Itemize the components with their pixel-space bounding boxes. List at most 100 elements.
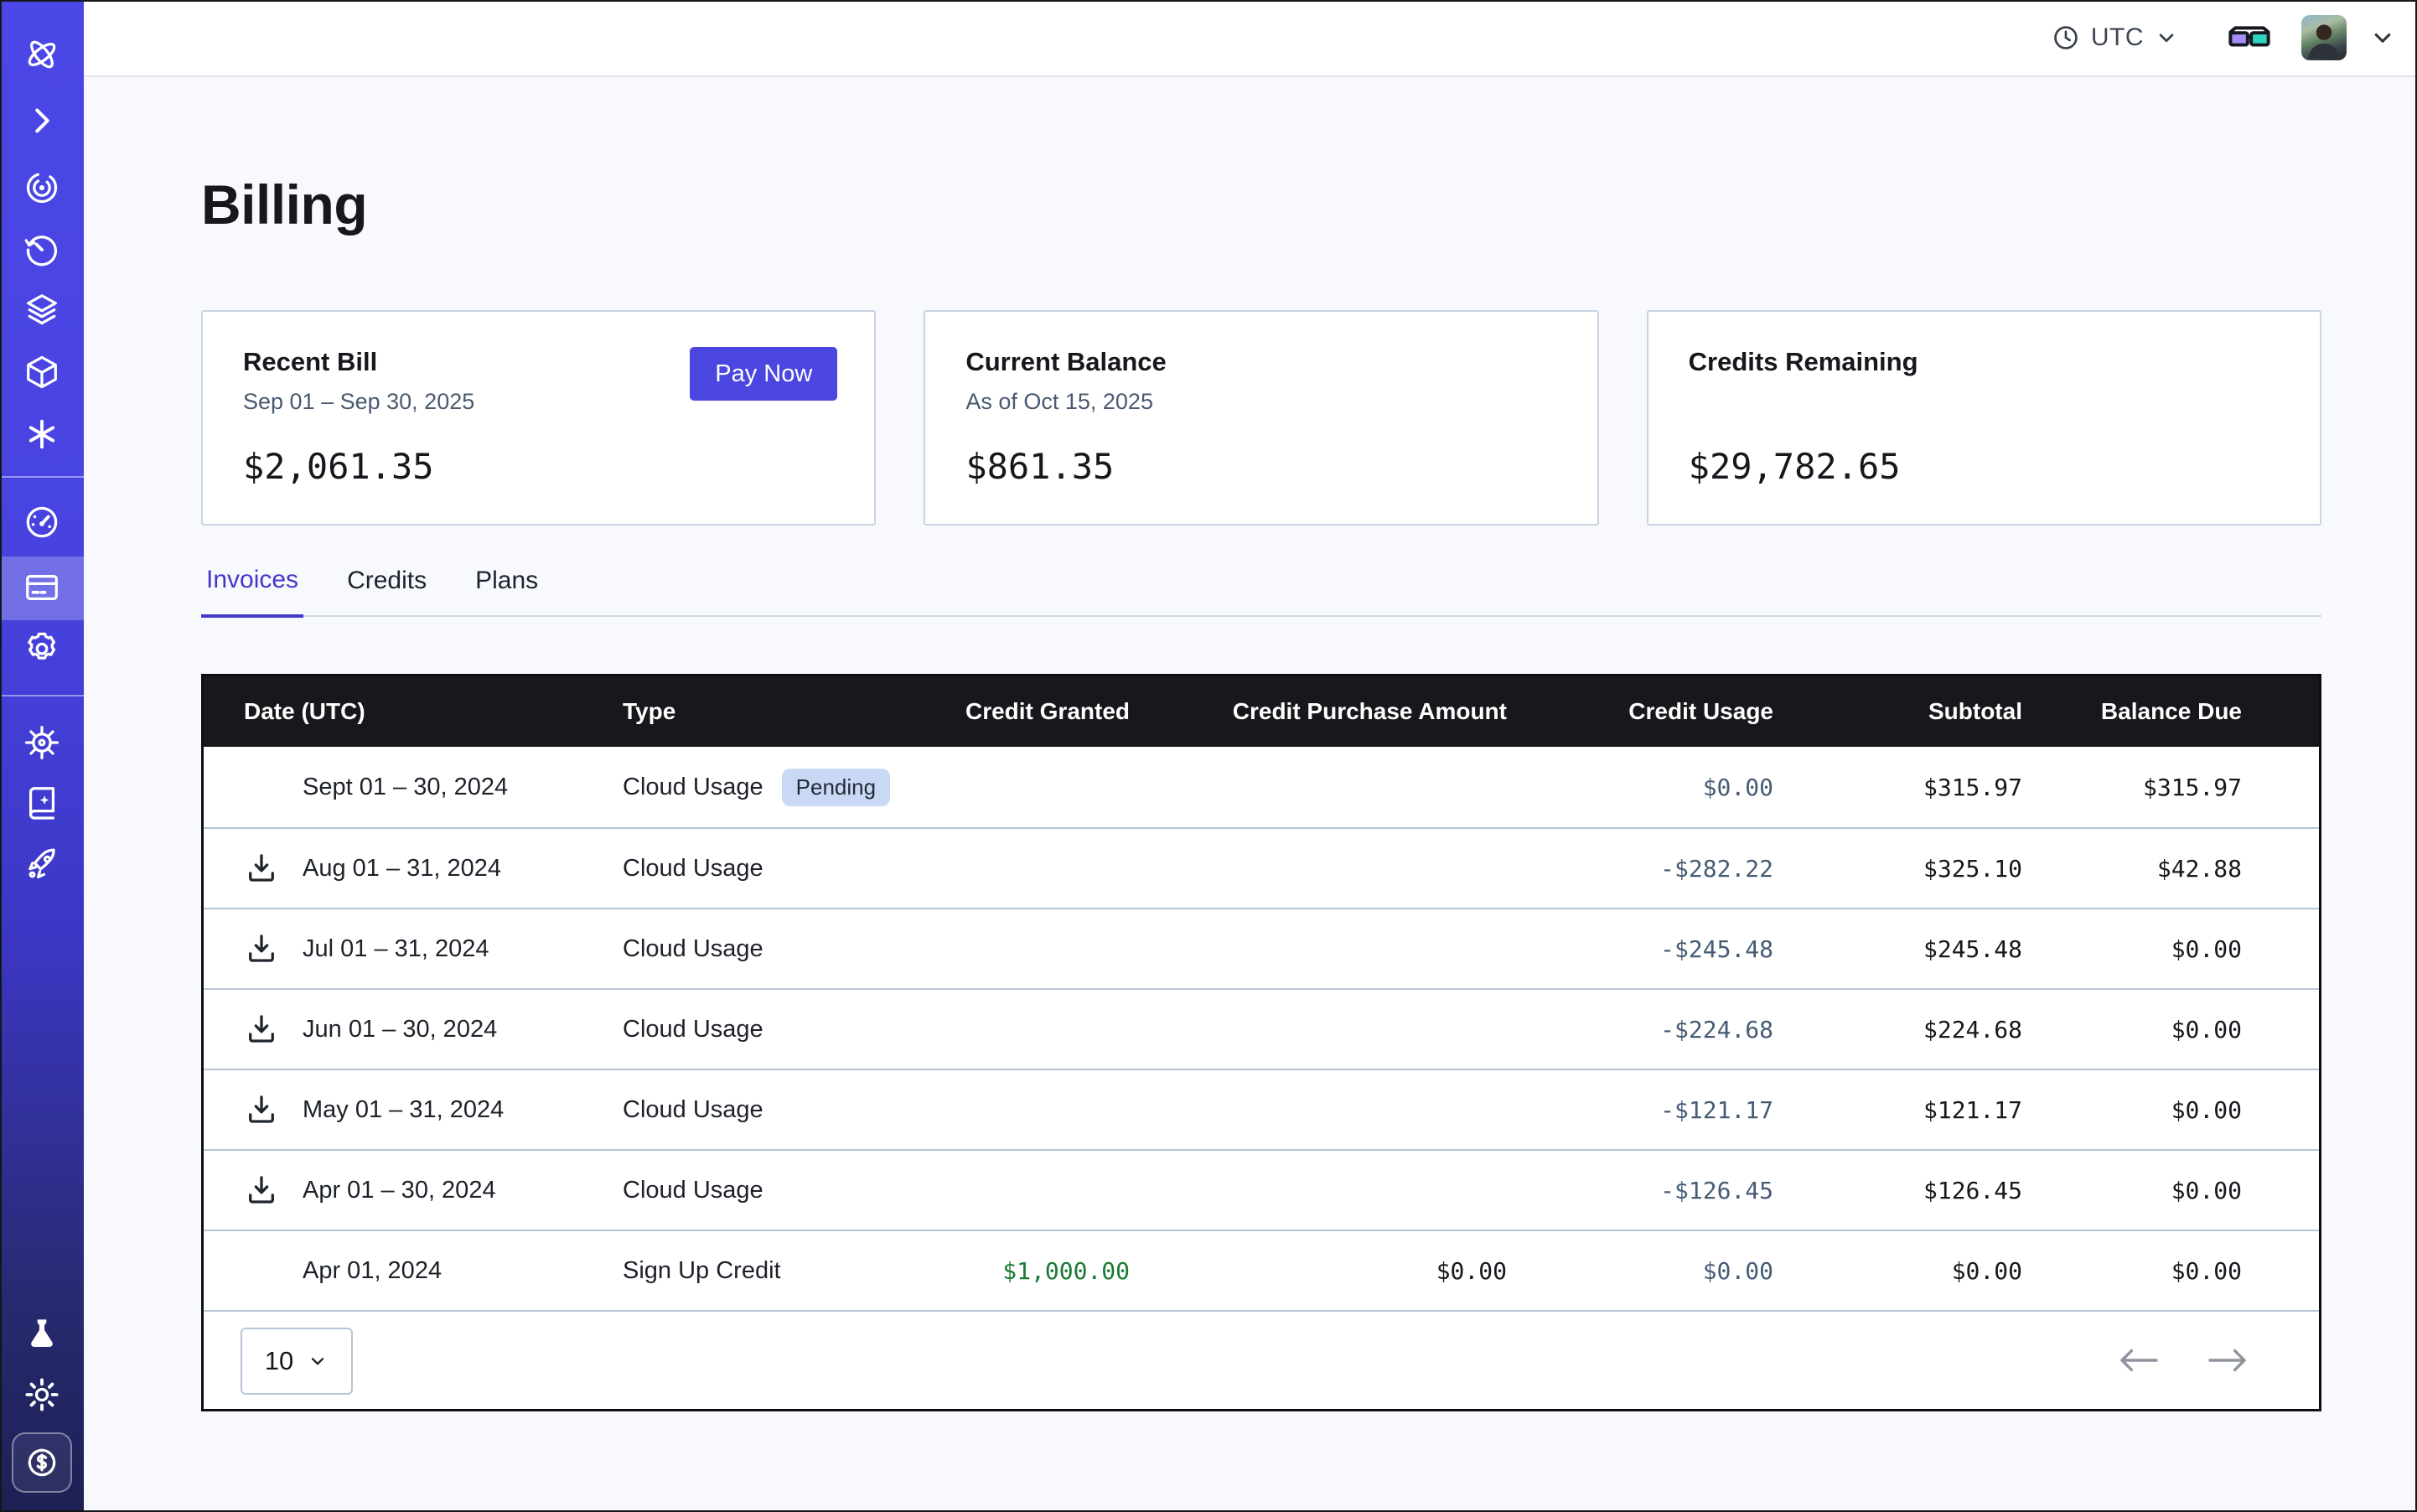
page-title: Billing xyxy=(201,173,367,236)
sidebar-item-docs[interactable] xyxy=(23,784,61,822)
account-menu-chevron[interactable] xyxy=(2368,23,2397,52)
invoice-type: Cloud Usage xyxy=(623,935,763,963)
subtotal-cell: $245.48 xyxy=(1773,935,2022,963)
card-subtitle: As of Oct 15, 2025 xyxy=(965,389,1556,415)
app-logo[interactable] xyxy=(23,35,61,74)
recent-bill-amount: $2,061.35 xyxy=(243,446,434,487)
sidebar-item-services[interactable] xyxy=(23,415,61,453)
tab-plans[interactable]: Plans xyxy=(470,566,543,615)
gauge-icon xyxy=(23,503,61,541)
col-header-credit-granted: Credit Granted xyxy=(958,698,1130,725)
invoice-date: Apr 01, 2024 xyxy=(303,1257,442,1285)
col-header-type: Type xyxy=(623,698,958,725)
invoice-date: Jul 01 – 31, 2024 xyxy=(303,935,489,963)
balance-due-cell: $315.97 xyxy=(2022,774,2242,801)
invoice-type: Cloud Usage xyxy=(623,1177,763,1204)
sidebar-item-resources[interactable] xyxy=(23,353,61,391)
theme-toggle[interactable] xyxy=(23,1375,61,1414)
invoice-row: Jun 01 – 30, 2024 Cloud Usage -$224.68 $… xyxy=(204,988,2319,1069)
history-icon xyxy=(23,230,61,269)
download-invoice-icon[interactable] xyxy=(244,1173,279,1208)
icon-spacer xyxy=(244,769,279,805)
balance-due-cell: $0.00 xyxy=(2022,935,2242,963)
chevron-down-icon xyxy=(307,1350,329,1372)
arrow-right-icon xyxy=(2207,1348,2248,1373)
3d-glasses-icon xyxy=(2228,23,2271,53)
download-invoice-icon[interactable] xyxy=(244,851,279,886)
current-balance-amount: $861.35 xyxy=(965,446,1114,487)
sidebar-item-observe[interactable] xyxy=(23,168,61,207)
chevron-down-icon xyxy=(2368,23,2397,52)
credit-purchase-cell: $0.00 xyxy=(1130,1257,1507,1285)
subtotal-cell: $0.00 xyxy=(1773,1257,2022,1285)
pagination-controls xyxy=(2119,1312,2248,1409)
credit-usage-cell: $0.00 xyxy=(1507,774,1773,801)
orbit-logo-icon xyxy=(27,39,58,70)
sidebar-item-usage[interactable] xyxy=(23,503,61,541)
invoice-row: Aug 01 – 31, 2024 Cloud Usage -$282.22 $… xyxy=(204,827,2319,908)
flask-icon xyxy=(23,1315,61,1354)
invoice-date: Jun 01 – 30, 2024 xyxy=(303,1016,497,1043)
invoice-row: Apr 01 – 30, 2024 Cloud Usage -$126.45 $… xyxy=(204,1149,2319,1230)
sidebar-item-launch[interactable] xyxy=(23,846,61,884)
cube-icon xyxy=(23,353,61,391)
invoice-row: May 01 – 31, 2024 Cloud Usage -$121.17 $… xyxy=(204,1069,2319,1149)
billing-console: UTC Billing Recent Bill Sep 01 – Sep 30,… xyxy=(0,0,2417,1512)
sidebar-divider xyxy=(0,695,84,696)
sidebar-divider xyxy=(0,476,84,478)
topbar: UTC xyxy=(84,0,2417,77)
avatar-photo xyxy=(2301,15,2347,60)
sidebar-item-history[interactable] xyxy=(23,230,61,269)
col-header-date: Date (UTC) xyxy=(204,698,623,725)
next-page-button[interactable] xyxy=(2207,1348,2248,1373)
sidebar-item-layers[interactable] xyxy=(23,291,61,329)
card-title: Current Balance xyxy=(965,347,1556,377)
scan-eye-icon xyxy=(23,168,61,207)
asterisk-icon xyxy=(23,415,61,453)
badge-dollar-icon xyxy=(23,1444,60,1481)
sidebar-item-expand[interactable] xyxy=(23,101,61,140)
credit-usage-cell: -$224.68 xyxy=(1507,1016,1773,1043)
invoice-type: Cloud Usage xyxy=(623,855,763,883)
balance-due-cell: $0.00 xyxy=(2022,1016,2242,1043)
credits-remaining-card: Credits Remaining $29,782.65 xyxy=(1647,310,2321,526)
download-invoice-icon[interactable] xyxy=(244,931,279,966)
pay-now-button[interactable]: Pay Now xyxy=(690,347,837,401)
sidebar-item-settings[interactable] xyxy=(23,629,61,667)
sidebar xyxy=(0,0,84,1512)
timezone-selector[interactable]: UTC xyxy=(2051,23,2179,53)
credits-remaining-amount: $29,782.65 xyxy=(1689,446,1901,487)
credit-card-icon xyxy=(23,568,61,607)
credit-usage-cell: $0.00 xyxy=(1507,1257,1773,1285)
clock-icon xyxy=(2051,23,2081,53)
credits-rewards-button[interactable] xyxy=(12,1432,72,1493)
main-content: Billing Recent Bill Sep 01 – Sep 30, 202… xyxy=(84,77,2417,1512)
balance-due-cell: $0.00 xyxy=(2022,1096,2242,1124)
layers-icon xyxy=(23,291,61,329)
credit-usage-cell: -$121.17 xyxy=(1507,1096,1773,1124)
page-size-select[interactable]: 10 xyxy=(241,1328,353,1395)
sidebar-item-fleet[interactable] xyxy=(23,723,61,762)
user-avatar[interactable] xyxy=(2301,15,2347,60)
credit-usage-cell: -$245.48 xyxy=(1507,935,1773,963)
card-title: Credits Remaining xyxy=(1689,347,2280,377)
credit-usage-cell: -$282.22 xyxy=(1507,855,1773,883)
subtotal-cell: $121.17 xyxy=(1773,1096,2022,1124)
tab-credits[interactable]: Credits xyxy=(342,566,432,615)
invoices-table: Date (UTC) Type Credit Granted Credit Pu… xyxy=(201,674,2321,1411)
balance-due-cell: $0.00 xyxy=(2022,1177,2242,1204)
col-header-credit-usage: Credit Usage xyxy=(1507,698,1773,725)
arrow-left-icon xyxy=(2119,1348,2159,1373)
prev-page-button[interactable] xyxy=(2119,1348,2159,1373)
ship-wheel-icon xyxy=(23,723,61,762)
sidebar-item-labs[interactable] xyxy=(23,1315,61,1354)
3d-glasses-button[interactable] xyxy=(2228,23,2271,53)
subtotal-cell: $315.97 xyxy=(1773,774,2022,801)
tab-invoices[interactable]: Invoices xyxy=(201,566,303,618)
sun-icon xyxy=(23,1375,61,1414)
sidebar-item-billing[interactable] xyxy=(23,568,61,607)
download-invoice-icon[interactable] xyxy=(244,1012,279,1047)
download-invoice-icon[interactable] xyxy=(244,1092,279,1127)
subtotal-cell: $224.68 xyxy=(1773,1016,2022,1043)
billing-tabs: Invoices Credits Plans xyxy=(201,566,2321,617)
